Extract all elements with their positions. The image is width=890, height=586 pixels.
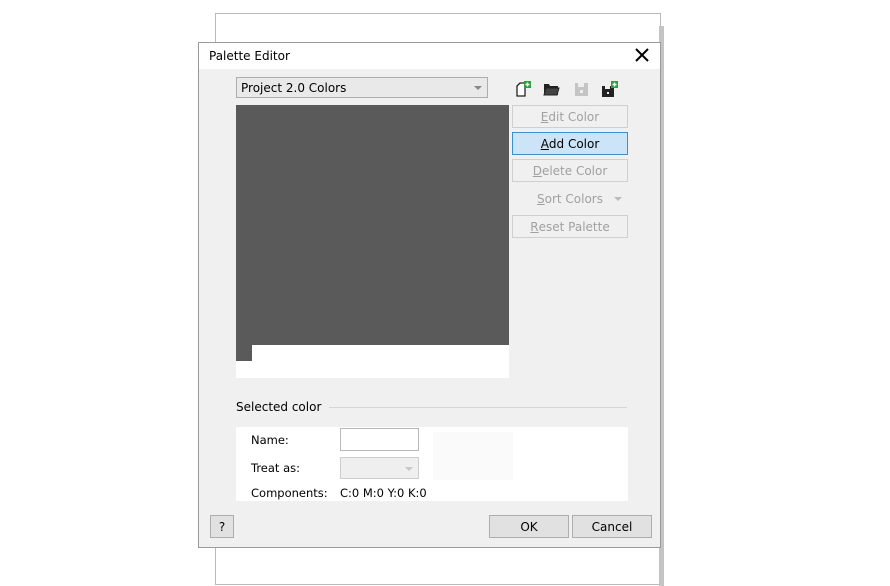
color-preview-swatch — [433, 432, 513, 480]
reset-palette-label: eset Palette — [538, 219, 610, 234]
reset-palette-mnemonic: R — [530, 219, 539, 234]
treat-as-select[interactable] — [340, 457, 419, 479]
add-color-mnemonic: A — [540, 136, 549, 151]
sort-colors-button[interactable]: Sort Colors — [512, 187, 628, 210]
open-palette-icon[interactable] — [542, 80, 560, 98]
components-value: C:0 M:0 Y:0 K:0 — [340, 486, 427, 500]
add-color-label: dd Color — [548, 136, 600, 151]
palette-swatch[interactable] — [236, 345, 252, 361]
selected-color-panel: Name: Treat as: Components: C:0 M:0 Y:0 … — [236, 427, 628, 501]
palette-color-grid[interactable] — [236, 105, 509, 378]
chevron-down-icon — [614, 197, 622, 201]
palette-swatch-region[interactable] — [236, 105, 509, 345]
palette-select[interactable]: Project 2.0 Colors — [236, 77, 488, 98]
help-button[interactable]: ? — [210, 515, 234, 538]
edit-color-button[interactable]: Edit Color — [512, 105, 628, 128]
add-color-button[interactable]: Add Color — [512, 132, 628, 155]
save-as-palette-icon[interactable] — [601, 80, 619, 98]
name-label: Name: — [251, 433, 289, 447]
edit-color-label: dit Color — [548, 109, 600, 124]
save-palette-icon[interactable] — [572, 80, 590, 98]
delete-color-mnemonic: D — [532, 163, 542, 178]
sort-colors-label: ort Colors — [544, 191, 603, 206]
selected-color-heading: Selected color — [236, 400, 322, 414]
palette-editor-dialog: Palette Editor Project 2.0 Colors E dit … — [198, 42, 661, 548]
title-bar: Palette Editor — [199, 43, 660, 69]
dialog-title: Palette Editor — [209, 49, 290, 63]
new-palette-icon[interactable] — [514, 80, 532, 98]
treat-as-label: Treat as: — [251, 461, 301, 475]
delete-color-label: elete Color — [541, 163, 608, 178]
section-divider — [329, 407, 627, 408]
delete-color-button[interactable]: Delete Color — [512, 159, 628, 182]
reset-palette-button[interactable]: Reset Palette — [512, 215, 628, 238]
ok-button[interactable]: OK — [489, 515, 569, 538]
chevron-down-icon — [474, 86, 482, 90]
close-icon[interactable] — [630, 43, 654, 67]
palette-select-value: Project 2.0 Colors — [241, 81, 347, 95]
chevron-down-icon — [405, 467, 413, 471]
sort-colors-mnemonic: S — [536, 191, 545, 206]
components-label: Components: — [251, 486, 328, 500]
cancel-button[interactable]: Cancel — [572, 515, 652, 538]
name-input[interactable] — [340, 428, 419, 451]
edit-color-mnemonic: E — [540, 109, 549, 124]
